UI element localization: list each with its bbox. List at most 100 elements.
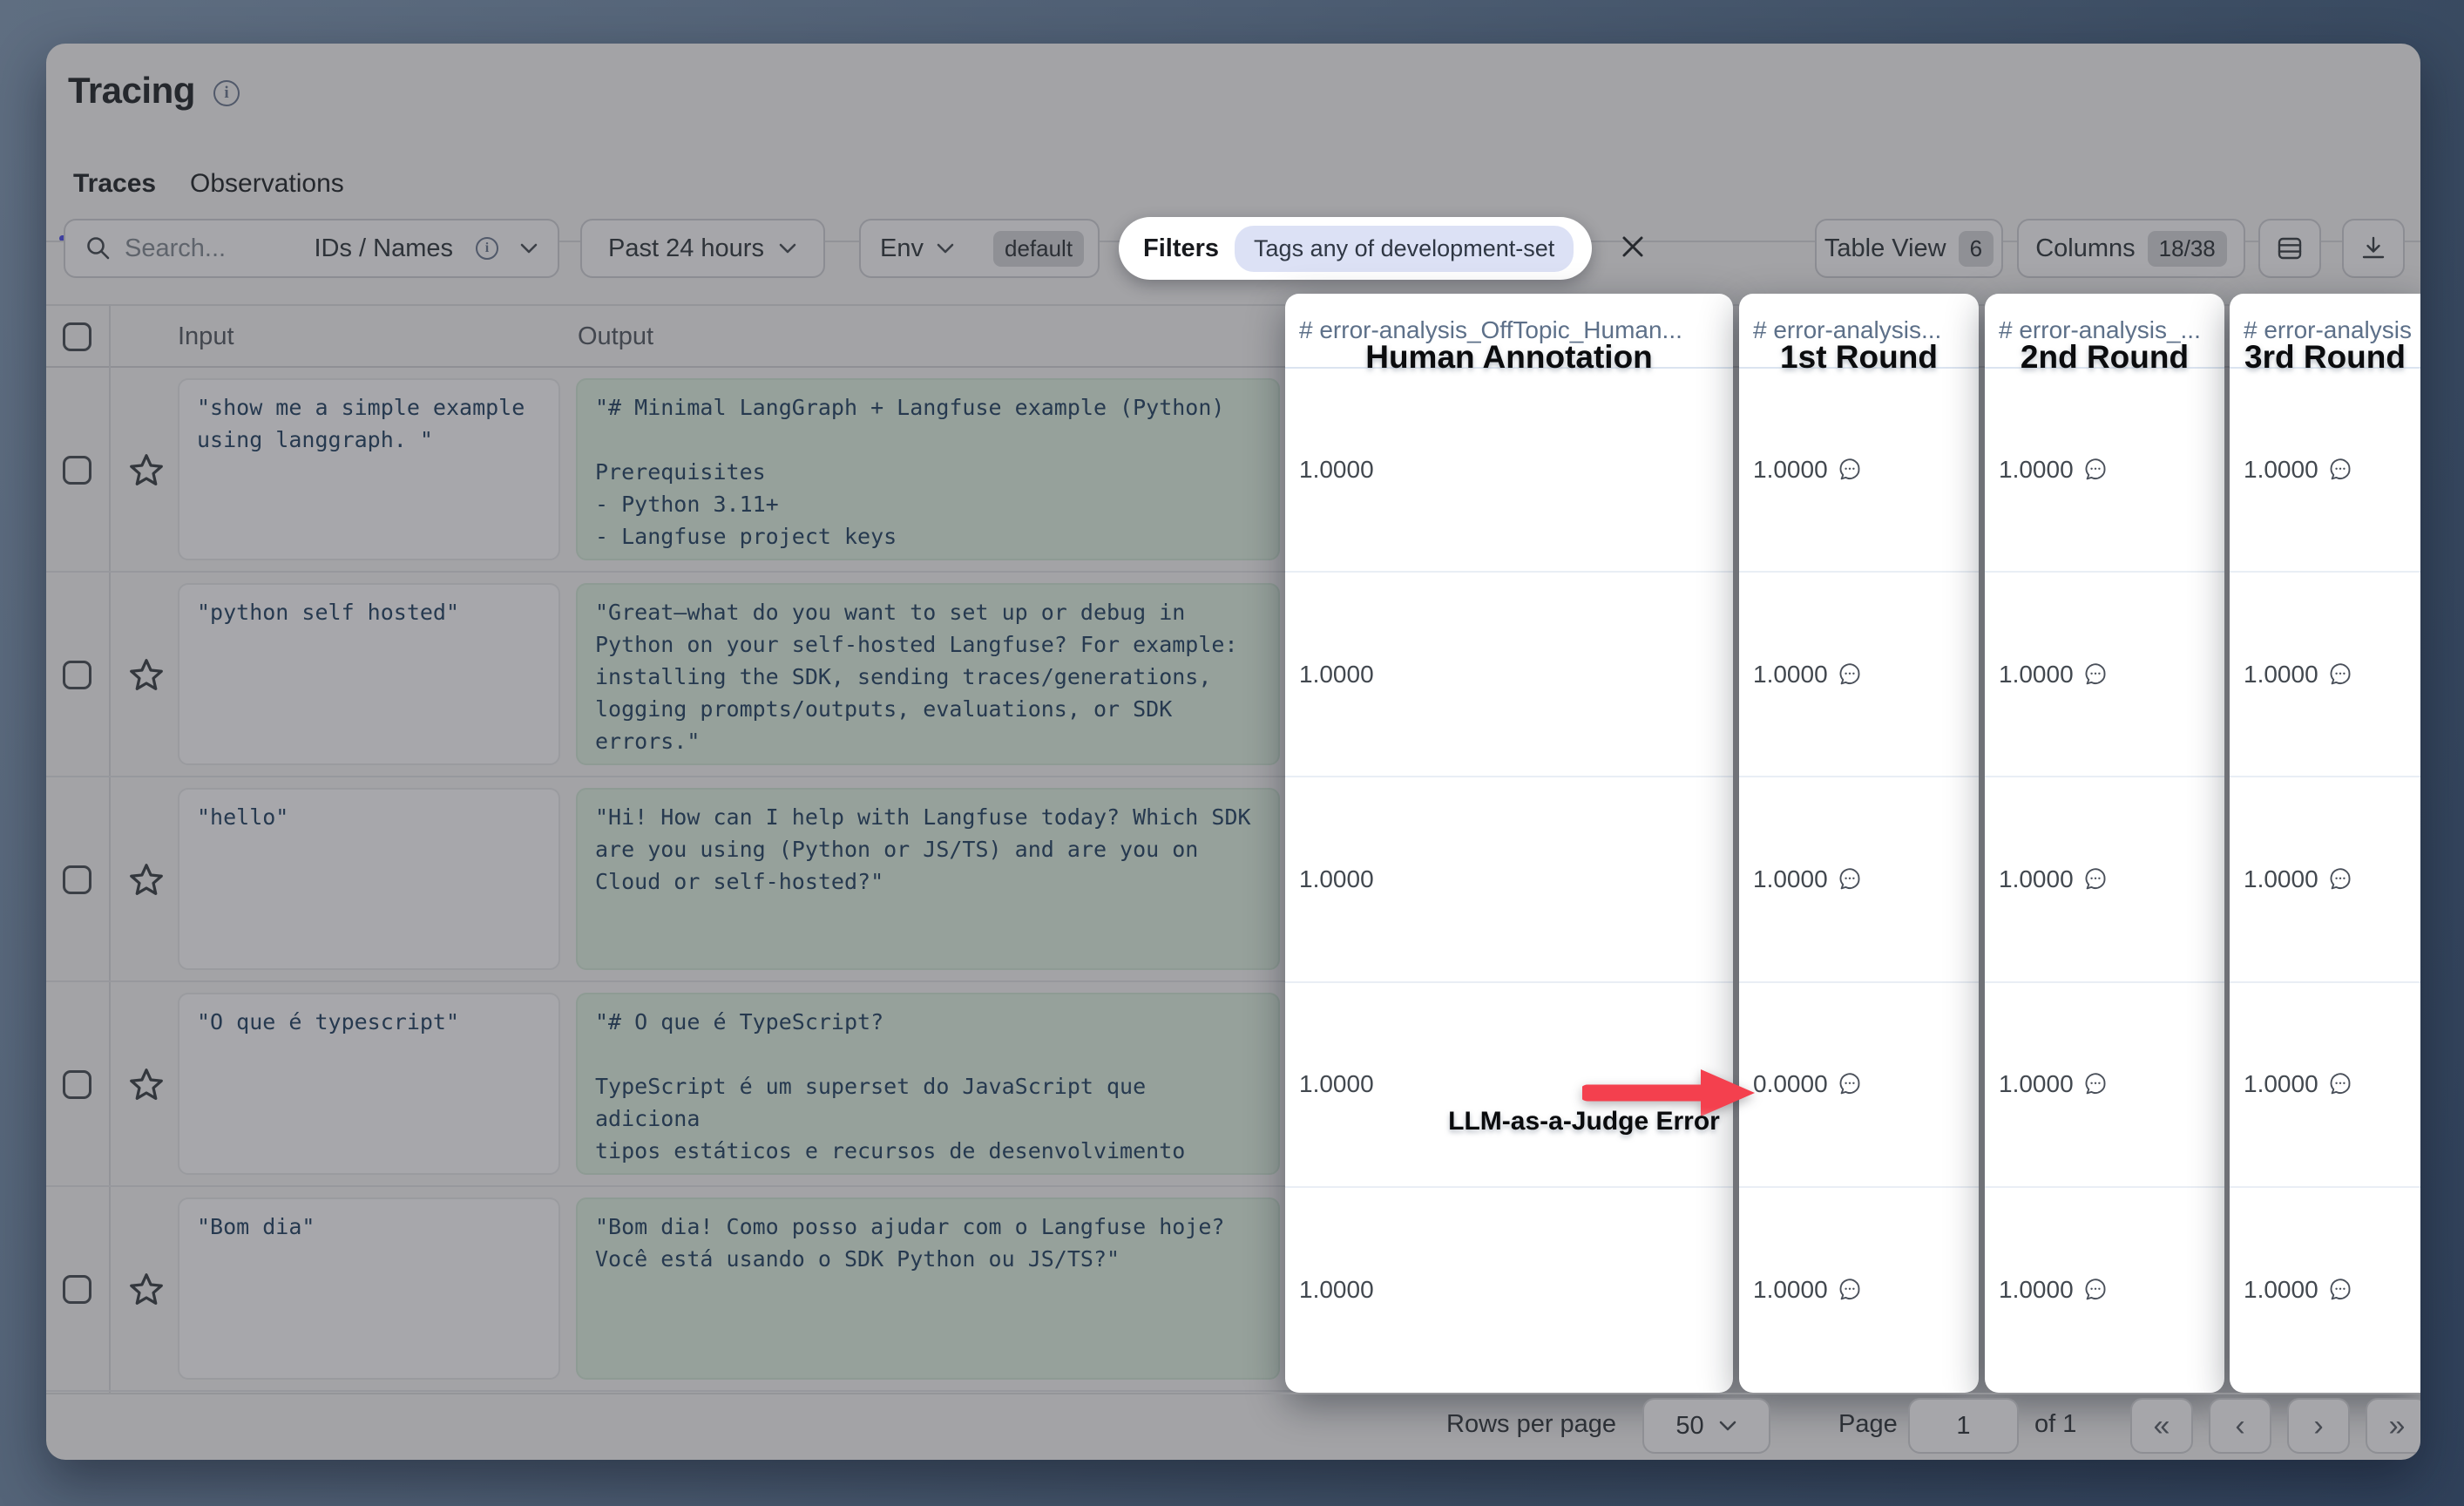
error-annotation-label: LLM-as-a-Judge Error (1436, 1107, 1732, 1136)
close-icon (1620, 234, 1646, 260)
filters-label: Filters (1143, 234, 1219, 263)
row-checkbox[interactable] (63, 1275, 91, 1304)
table-row[interactable]: "Bom dia" "Bom dia! Como posso ajudar co… (46, 1187, 1331, 1392)
row-height-icon (2275, 234, 2305, 263)
last-page-button[interactable]: » (2366, 1398, 2420, 1454)
score-cell[interactable]: 1.0000 (1285, 368, 1733, 573)
table-row[interactable]: "python self hosted" "Great—what do you … (46, 573, 1331, 777)
comment-icon[interactable] (2082, 661, 2109, 688)
export-button[interactable] (2342, 219, 2405, 278)
score-cell[interactable]: 1.0000 (1739, 777, 1979, 982)
comment-icon[interactable] (2082, 1071, 2109, 1097)
score-cell[interactable]: 1.0000 (2230, 573, 2420, 777)
comment-icon[interactable] (2327, 1277, 2353, 1303)
star-icon[interactable] (126, 1065, 166, 1105)
output-cell[interactable]: "# O que é TypeScript? TypeScript é um s… (576, 993, 1280, 1175)
row-checkbox[interactable] (63, 1070, 91, 1099)
comment-icon[interactable] (1837, 1071, 1863, 1097)
star-icon[interactable] (126, 860, 166, 900)
output-cell[interactable]: "Bom dia! Como posso ajudar com o Langfu… (576, 1197, 1280, 1380)
filters-pill[interactable]: Filters Tags any of development-set (1119, 217, 1592, 280)
first-page-button[interactable]: « (2130, 1398, 2193, 1454)
comment-icon[interactable] (2327, 1071, 2353, 1097)
table-row[interactable]: "hello" "Hi! How can I help with Langfus… (46, 777, 1331, 982)
row-checkbox[interactable] (63, 661, 91, 689)
row-height-button[interactable] (2258, 219, 2321, 278)
score-cell[interactable]: 1.0000 (1739, 1188, 1979, 1393)
search-scope-label[interactable]: IDs / Names (314, 234, 453, 263)
comment-icon[interactable] (1837, 457, 1863, 483)
env-filter-button[interactable]: Env default (859, 219, 1100, 278)
info-icon: i (476, 237, 498, 260)
page-label: Page (1838, 1410, 1898, 1439)
input-cell[interactable]: "hello" (178, 788, 560, 970)
page-title: Tracing (68, 70, 195, 112)
input-cell[interactable]: "O que é typescript" (178, 993, 560, 1175)
output-cell[interactable]: "# Minimal LangGraph + Langfuse example … (576, 378, 1280, 560)
star-icon[interactable] (126, 451, 166, 491)
chevron-right-icon: › (2313, 1409, 2323, 1443)
page-number-input[interactable] (1910, 1412, 2017, 1441)
star-icon[interactable] (126, 1270, 166, 1310)
score-cell-error[interactable]: 0.0000 (1739, 983, 1979, 1188)
comment-icon[interactable] (1837, 866, 1863, 892)
page-count-label: of 1 (2034, 1410, 2076, 1439)
score-cell[interactable]: 1.0000 (1739, 573, 1979, 777)
input-cell[interactable]: "show me a simple example using langgrap… (178, 378, 560, 560)
time-range-button[interactable]: Past 24 hours (580, 219, 825, 278)
score-cell[interactable]: 1.0000 (1985, 777, 2224, 982)
chevron-down-icon (1718, 1420, 1737, 1432)
columns-button[interactable]: Columns 18/38 (2017, 219, 2245, 278)
input-cell[interactable]: "Bom dia" (178, 1197, 560, 1380)
score-cell[interactable]: 1.0000 (2230, 368, 2420, 573)
comment-icon[interactable] (2327, 457, 2353, 483)
comment-icon[interactable] (1837, 661, 1863, 688)
tab-traces[interactable]: Traces (73, 169, 156, 199)
output-cell[interactable]: "Hi! How can I help with Langfuse today?… (576, 788, 1280, 970)
column-header-input[interactable]: Input (178, 322, 234, 351)
score-cell[interactable]: 1.0000 (1285, 573, 1733, 777)
search-placeholder: Search... (125, 234, 226, 263)
score-cell[interactable]: 1.0000 (2230, 1188, 2420, 1393)
comment-icon[interactable] (1837, 1277, 1863, 1303)
row-checkbox[interactable] (63, 865, 91, 894)
comment-icon[interactable] (2082, 866, 2109, 892)
score-cell[interactable]: 1.0000 (2230, 983, 2420, 1188)
score-cell[interactable]: 1.0000 (1739, 368, 1979, 573)
page-number-box[interactable] (1908, 1398, 2019, 1454)
score-column-1st-round: # error-analysis... 1st Round 1.0000 1.0… (1739, 294, 1979, 1393)
output-cell[interactable]: "Great—what do you want to set up or deb… (576, 583, 1280, 765)
score-cell[interactable]: 1.0000 (1285, 1188, 1733, 1393)
comment-icon[interactable] (2327, 866, 2353, 892)
star-icon[interactable] (126, 655, 166, 695)
table-view-button[interactable]: Table View 6 (1815, 219, 2003, 278)
column-header-output[interactable]: Output (578, 322, 653, 351)
table-view-count-badge: 6 (1959, 231, 1994, 267)
next-page-button[interactable]: › (2287, 1398, 2350, 1454)
clear-filter-button[interactable] (1614, 228, 1651, 265)
info-icon[interactable]: i (213, 80, 240, 106)
tracing-window: Tracing i Traces Observations Search... … (46, 44, 2420, 1460)
input-cell[interactable]: "python self hosted" (178, 583, 560, 765)
chevron-down-icon (778, 242, 797, 254)
score-cell[interactable]: 1.0000 (1285, 777, 1733, 982)
select-all-checkbox[interactable] (63, 322, 91, 351)
table-row[interactable]: "O que é typescript" "# O que é TypeScri… (46, 982, 1331, 1187)
score-column-human-annotation: # error-analysis_OffTopic_Human... Human… (1285, 294, 1733, 1393)
tab-observations[interactable]: Observations (190, 169, 344, 199)
table-row[interactable]: "show me a simple example using langgrap… (46, 368, 1331, 573)
score-column-3rd-round: # error-analysis... 3rd Round 1.0000 1.0… (2230, 294, 2420, 1393)
comment-icon[interactable] (2327, 661, 2353, 688)
comment-icon[interactable] (2082, 1277, 2109, 1303)
row-checkbox[interactable] (63, 456, 91, 485)
rows-per-page-select[interactable]: 50 (1642, 1398, 1770, 1454)
score-cell[interactable]: 1.0000 (1985, 1188, 2224, 1393)
score-cell[interactable]: 1.0000 (2230, 777, 2420, 982)
score-cell[interactable]: 1.0000 (1985, 573, 2224, 777)
comment-icon[interactable] (2082, 457, 2109, 483)
search-input[interactable]: Search... IDs / Names i (64, 219, 559, 278)
previous-page-button[interactable]: ‹ (2209, 1398, 2271, 1454)
score-cell[interactable]: 1.0000 (1985, 368, 2224, 573)
score-cell[interactable]: 1.0000 (1985, 983, 2224, 1188)
filter-chip-tags[interactable]: Tags any of development-set (1235, 226, 1574, 272)
